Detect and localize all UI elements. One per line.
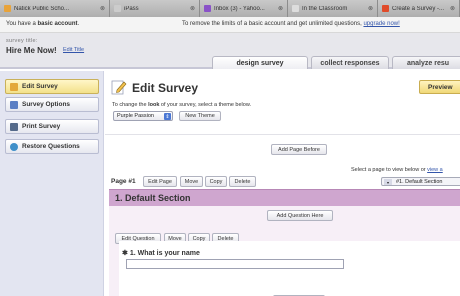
name-answer-field[interactable]: [126, 259, 344, 269]
magnifier-icon: [10, 142, 18, 151]
tab-collect-responses[interactable]: collect responses: [311, 56, 389, 69]
browser-tab-label: Inbox (3) - Yahoo...: [214, 5, 265, 12]
chevron-down-icon: ▾: [384, 179, 392, 185]
close-tab-icon[interactable]: ⊗: [190, 5, 195, 12]
copy-page-button[interactable]: Copy: [205, 176, 227, 187]
move-page-button[interactable]: Move: [180, 176, 203, 187]
account-notice-bar: You have a basic account. To remove the …: [0, 17, 460, 33]
survey-editor: Edit Survey Preview To change the look o…: [105, 71, 460, 296]
sidebar-item-restore-questions[interactable]: Restore Questions: [5, 139, 99, 154]
account-prefix: You have a: [6, 21, 38, 27]
favicon-icon: [4, 5, 11, 12]
sidebar-item-edit-survey[interactable]: Edit Survey: [5, 79, 99, 94]
page-select-value: #1. Default Section: [396, 178, 443, 185]
pencil-icon: [111, 80, 127, 95]
sidebar-item-label: Edit Survey: [22, 83, 58, 90]
pencil-icon: [10, 82, 18, 91]
account-suffix: .: [77, 21, 80, 27]
browser-tab-label: In the Classroom: [302, 5, 348, 12]
question-text: 1. What is your name: [129, 250, 200, 257]
close-tab-icon[interactable]: ⊗: [278, 5, 283, 12]
options-icon: [10, 100, 18, 109]
preview-button[interactable]: Preview: [419, 80, 460, 94]
theme-select-value: Purple Passion: [117, 113, 154, 119]
page-number-label: Page #1: [111, 178, 136, 185]
theme-text-prefix: To change the: [112, 102, 149, 108]
survey-title: Hire Me Now!: [6, 46, 57, 55]
upgrade-text: To remove the limits of a basic account …: [182, 21, 364, 27]
tab-analyze-results[interactable]: analyze resu: [392, 56, 460, 69]
sidebar-item-print-survey[interactable]: Print Survey: [5, 119, 99, 134]
sidebar-item-label: Survey Options: [22, 101, 71, 108]
survey-header: survey title: Hire Me Now! Edit Title de…: [0, 33, 460, 69]
sidebar: Edit Survey Survey Options Print Survey …: [0, 71, 104, 296]
select-page-text: Select a page to view below or: [351, 167, 428, 173]
sidebar-item-label: Restore Questions: [22, 143, 80, 150]
favicon-icon: [204, 5, 211, 12]
theme-instructions: To change the look of your survey, selec…: [112, 102, 251, 108]
add-page-before-button[interactable]: Add Page Before: [271, 144, 327, 155]
browser-tab[interactable]: Inbox (3) - Yahoo... ⊗: [200, 0, 288, 17]
question-label: ✱ 1. What is your name: [122, 249, 200, 257]
printer-icon: [10, 122, 18, 131]
browser-tab[interactable]: iPass ⊗: [110, 0, 200, 17]
browser-tab-label: iPass: [124, 5, 139, 12]
browser-tab-label: Create a Survey -...: [392, 5, 445, 12]
theme-text-bold: look: [148, 102, 160, 108]
survey-title-label: survey title:: [6, 38, 38, 44]
theme-text-suffix: of your survey, select a theme below.: [159, 102, 252, 108]
page-select[interactable]: ▾ #1. Default Section: [381, 177, 460, 186]
delete-page-button[interactable]: Delete: [229, 176, 256, 187]
close-tab-icon[interactable]: ⊗: [450, 5, 455, 12]
favicon-icon: [382, 5, 389, 12]
select-page-instructions: Select a page to view below or view a: [351, 167, 443, 173]
account-type: basic account: [37, 21, 78, 27]
upgrade-now-link[interactable]: upgrade now!: [363, 21, 399, 27]
sidebar-item-survey-options[interactable]: Survey Options: [5, 97, 99, 112]
tab-design-survey[interactable]: design survey: [212, 56, 308, 69]
browser-tab[interactable]: Natick Public Scho... ⊗: [0, 0, 110, 17]
account-status: You have a basic account.: [6, 21, 79, 27]
theme-select[interactable]: Purple Passion ⇕: [113, 111, 173, 121]
close-tab-icon[interactable]: ⊗: [100, 5, 105, 12]
browser-tab-bar: Natick Public Scho... ⊗ iPass ⊗ Inbox (3) - …: [0, 0, 460, 17]
favicon-icon: [292, 5, 299, 12]
required-marker: ✱: [122, 250, 128, 257]
edit-page-button[interactable]: Edit Page: [143, 176, 177, 187]
sidebar-item-label: Print Survey: [22, 123, 61, 130]
upgrade-message: To remove the limits of a basic account …: [182, 21, 400, 27]
close-tab-icon[interactable]: ⊗: [368, 5, 373, 12]
browser-tab[interactable]: In the Classroom ⊗: [288, 0, 378, 17]
page-title: Edit Survey: [132, 81, 199, 95]
add-question-button[interactable]: Add Question Here: [267, 210, 333, 221]
section-title: 1. Default Section: [115, 193, 191, 203]
favicon-icon: [114, 5, 121, 12]
new-theme-button[interactable]: New Theme: [179, 111, 221, 121]
divider: [105, 134, 460, 135]
edit-title-link[interactable]: Edit Title: [63, 47, 84, 53]
browser-tab-label: Natick Public Scho...: [14, 5, 70, 12]
browser-tab[interactable]: Create a Survey -... ⊗: [378, 0, 460, 17]
chevron-updown-icon: ⇕: [164, 113, 171, 120]
view-all-link[interactable]: view a: [427, 167, 443, 173]
